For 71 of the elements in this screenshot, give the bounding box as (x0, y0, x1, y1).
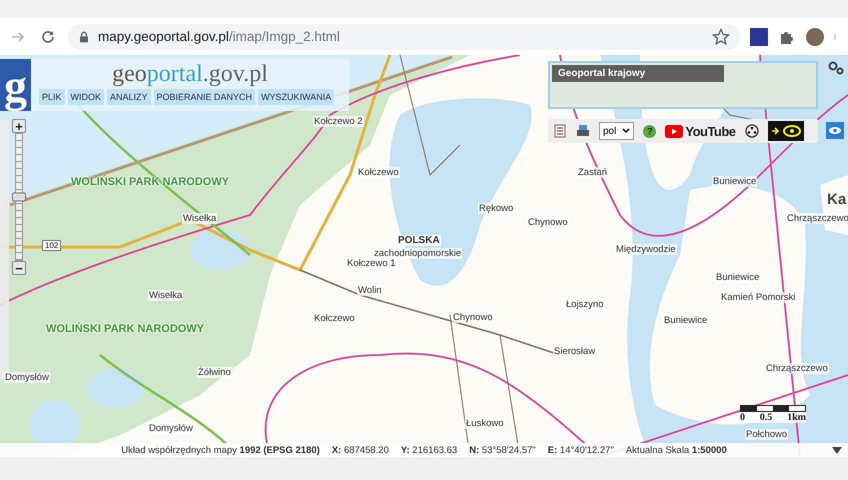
zoom-in-button[interactable]: + (12, 119, 26, 133)
address-bar[interactable]: mapy.geoportal.gov.pl/imap/Imgp_2.html (68, 24, 740, 50)
place-label: Buniewice (663, 315, 708, 326)
scale-label: 1km (787, 412, 806, 423)
status-text: Y: 216163.63 (400, 444, 458, 456)
place-label: Kołczewo (357, 167, 400, 178)
place-label: Kołczewo 1 (346, 258, 397, 269)
place-label: Domysłów (148, 423, 194, 434)
gear-icon[interactable] (828, 61, 844, 75)
place-label: Buniewice (715, 272, 760, 283)
scale-bar (740, 405, 806, 412)
caret-down-icon[interactable] (832, 447, 842, 454)
place-label: Ka (826, 191, 848, 208)
language-select[interactable]: pol (599, 122, 634, 140)
overview-map[interactable]: Geoportal krajowy (548, 61, 818, 109)
place-label: Chynowo (527, 217, 569, 228)
place-label: Kołczewo (313, 313, 356, 324)
zoom-slider[interactable] (15, 133, 23, 261)
reload-icon (40, 28, 56, 44)
overview-title: Geoportal krajowy (552, 65, 724, 82)
status-text: Układ współrzędnych mapy 1992 (EPSG 2180) (121, 444, 320, 456)
place-label: zachodniopomorskie (373, 248, 462, 259)
youtube-link[interactable]: YouTube (665, 124, 736, 138)
place-label: Domysłów (4, 372, 50, 383)
scale-label: 0.5 (760, 412, 772, 423)
menu-item[interactable]: WIDOK (68, 89, 104, 105)
status-text: X: 687458.20 (332, 444, 389, 456)
road-number: 102 (42, 240, 62, 251)
logo[interactable]: g (0, 59, 31, 111)
park-label: WOLIŃSKI PARK NARODOWY (70, 176, 230, 188)
place-label: Rękowo (478, 203, 514, 214)
film-reel-icon[interactable] (744, 124, 759, 138)
place-label: Kamień Pomorski (720, 292, 796, 303)
chevron-down-icon (622, 128, 630, 134)
place-label: Chynowo (452, 312, 494, 323)
place-label: Żółwino (197, 367, 232, 378)
place-label: Kołczewo 2 (313, 116, 364, 127)
printer-icon[interactable] (576, 124, 590, 138)
place-label: Łuskowo (465, 418, 504, 429)
place-label: Sierosław (553, 346, 596, 357)
status-text: Aktualna Skala 1:50000 (626, 444, 727, 456)
zoom-out-button[interactable]: − (12, 261, 26, 275)
menu-item[interactable]: PLIK (39, 89, 65, 105)
menu-item[interactable]: WYSZUKIWANIA (258, 89, 334, 105)
place-label: Buniewice (712, 176, 758, 187)
place-label: Wisełka (148, 290, 184, 301)
park-label: WOLIŃSKI PARK NARODOWY (45, 323, 206, 335)
place-label: Chrząszczewo (765, 363, 829, 374)
url-text: mapy.geoportal.gov.pl/imap/Imgp_2.html (98, 29, 340, 44)
place-label: Międzywodzie (615, 244, 677, 255)
scale-label: 0 (740, 412, 745, 423)
status-text: E: 14°40'12.27" (548, 444, 614, 456)
avatar-icon[interactable] (806, 28, 824, 46)
menu-item[interactable]: POBIERANIE DANYCH (154, 89, 256, 105)
place-label: Połchowo (745, 429, 788, 440)
star-icon[interactable] (712, 28, 730, 46)
play-icon (665, 124, 684, 138)
place-label: Łojszyno (565, 299, 604, 310)
menu-item[interactable]: ANALIZY (107, 89, 151, 105)
place-label: Chrząszczewo (786, 213, 848, 224)
help-button[interactable]: ? (643, 124, 656, 138)
place-label: Zastań (577, 167, 608, 178)
status-text: N: 53°58'24.57" (469, 444, 536, 456)
place-label: Wisełka (182, 213, 218, 224)
lock-icon (78, 30, 90, 44)
site-title[interactable]: geoportal.gov.pl (112, 60, 268, 88)
list-icon[interactable] (553, 124, 567, 138)
zoom-slider-thumb[interactable] (12, 192, 26, 202)
extension-icon[interactable] (750, 28, 768, 46)
place-label: POLSKA (397, 235, 441, 246)
place-label: Wolin (357, 285, 383, 296)
